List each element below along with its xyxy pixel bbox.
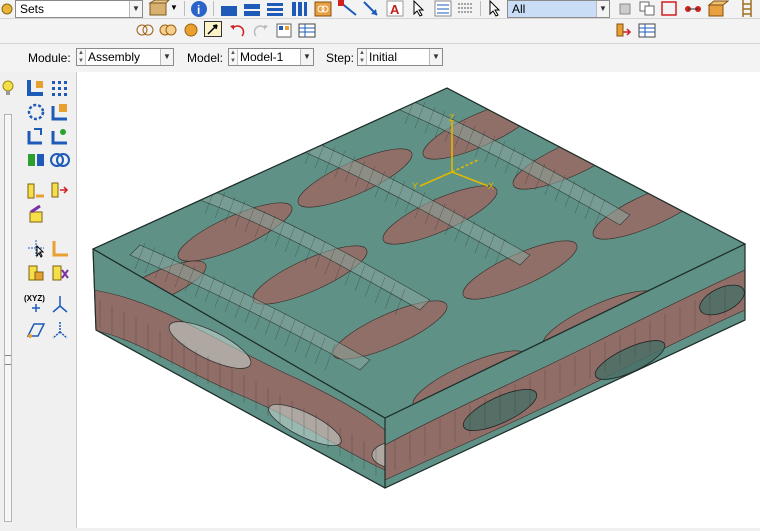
nodes-icon[interactable] (684, 0, 702, 16)
chevron-down-icon: ▼ (160, 49, 173, 65)
chevron-down-icon[interactable]: ▼ (170, 0, 180, 16)
line-tool-icon[interactable] (338, 0, 360, 16)
contact-icon[interactable] (26, 262, 46, 282)
select-arrow-icon[interactable] (410, 0, 428, 17)
triad-x-label: X (488, 181, 494, 191)
step-label: Step: (326, 51, 355, 65)
arrow-icon[interactable] (362, 0, 380, 16)
cut-constraint-icon[interactable] (50, 262, 70, 282)
feature-table-icon[interactable] (638, 22, 656, 38)
grip-icon (5, 355, 11, 365)
svg-text:A: A (390, 2, 400, 17)
chevron-down-icon: ▼ (596, 1, 609, 17)
merge-cut-icon[interactable] (26, 150, 46, 170)
link-views-icon[interactable] (314, 0, 332, 17)
coaxial-icon[interactable] (50, 238, 70, 258)
assembly-manager-icon[interactable] (614, 22, 632, 38)
svg-text:i: i (197, 3, 200, 17)
model-label: Model: (187, 51, 224, 65)
translate-instance-icon[interactable] (50, 102, 70, 122)
box-icon[interactable] (707, 0, 730, 17)
toolbar-separator (213, 1, 214, 16)
select-by-angle-icon[interactable] (616, 0, 634, 16)
graphics-viewport[interactable]: Z Y X (77, 72, 760, 528)
render-query-icon[interactable] (204, 21, 222, 37)
sets-icon[interactable] (0, 1, 14, 17)
model-combo-value: Model-1 (240, 50, 284, 64)
spin-icon[interactable]: ▲ ▼ (77, 49, 86, 65)
assembly-toolbox: (XYZ) (18, 72, 77, 528)
step-combo-value: Initial (369, 50, 398, 64)
render-wireframe-icon[interactable] (136, 22, 154, 38)
redo-icon[interactable] (252, 22, 270, 38)
render-hidden-icon[interactable] (159, 22, 177, 38)
pick-arrow-icon[interactable] (486, 0, 504, 17)
view-top-icon[interactable] (243, 0, 261, 16)
ladder-icon[interactable] (738, 0, 756, 17)
module-label: Module: (28, 51, 71, 65)
toolbar-separator (480, 1, 481, 16)
lightbulb-icon[interactable] (1, 80, 15, 96)
view-columns-icon[interactable] (290, 0, 308, 16)
instance-part-icon[interactable] (26, 78, 46, 98)
triad-y-label: Y (412, 181, 418, 191)
face-to-face-icon[interactable] (50, 180, 70, 200)
part-icon[interactable] (148, 0, 170, 16)
splitter-handle[interactable] (4, 114, 12, 522)
datum-point-icon[interactable] (26, 238, 46, 258)
woven-composite-model[interactable]: Z Y X (77, 72, 760, 528)
module-combo[interactable]: ▲ ▼ Assembly ▼ (76, 48, 174, 66)
text-icon[interactable]: A (386, 0, 404, 17)
parallel-face-icon[interactable] (26, 180, 46, 200)
datum-axis-icon[interactable] (50, 320, 70, 340)
sets-combo[interactable]: Sets ▼ (15, 0, 143, 18)
left-strip (0, 72, 17, 528)
view-manager-icon[interactable] (275, 22, 293, 38)
chevron-down-icon: ▼ (429, 49, 442, 65)
step-combo[interactable]: ▲ ▼ Initial ▼ (357, 48, 443, 66)
model-combo[interactable]: ▲ ▼ Model-1 ▼ (228, 48, 314, 66)
edge-to-edge-icon[interactable] (26, 204, 46, 224)
datum-csys-icon[interactable]: (XYZ) (24, 294, 48, 314)
radial-pattern-icon[interactable] (26, 102, 46, 122)
selection-filter-combo[interactable]: All ▼ (507, 0, 610, 18)
box-select-icon[interactable] (660, 0, 678, 16)
linear-pattern-icon[interactable] (50, 78, 70, 98)
copy-icon[interactable] (638, 0, 656, 16)
view-side-icon[interactable] (266, 0, 284, 16)
module-combo-value: Assembly (88, 50, 141, 64)
spin-icon[interactable]: ▲ ▼ (229, 49, 238, 65)
info-icon[interactable]: i (190, 0, 208, 17)
main-toolbar: Sets ▼ ▼ i A All ▼ (0, 0, 760, 19)
table-icon[interactable] (298, 22, 316, 38)
undo-icon[interactable] (228, 22, 246, 38)
rotate-instance-icon[interactable] (26, 126, 46, 146)
selection-filter-value: All (512, 2, 526, 16)
list-icon[interactable] (434, 0, 452, 17)
translate-to-icon[interactable] (50, 126, 70, 146)
axis-triad-icon[interactable] (50, 294, 70, 314)
view-front-icon[interactable] (220, 0, 238, 16)
chevron-down-icon: ▼ (300, 49, 313, 65)
context-bar: Module: ▲ ▼ Assembly ▼ Model: ▲ ▼ Model-1 … (0, 44, 760, 72)
dotted-list-icon[interactable] (456, 0, 474, 16)
spin-icon[interactable]: ▲ ▼ (358, 49, 367, 65)
triad-z-label: Z (449, 113, 455, 123)
datum-plane-icon[interactable] (26, 320, 46, 340)
boolean-icon[interactable] (50, 150, 70, 170)
toolbar-separator (184, 1, 185, 16)
render-shaded-icon[interactable] (182, 22, 200, 38)
render-toolbar (0, 19, 760, 44)
chevron-down-icon: ▼ (129, 1, 142, 17)
sets-combo-value: Sets (20, 2, 45, 16)
